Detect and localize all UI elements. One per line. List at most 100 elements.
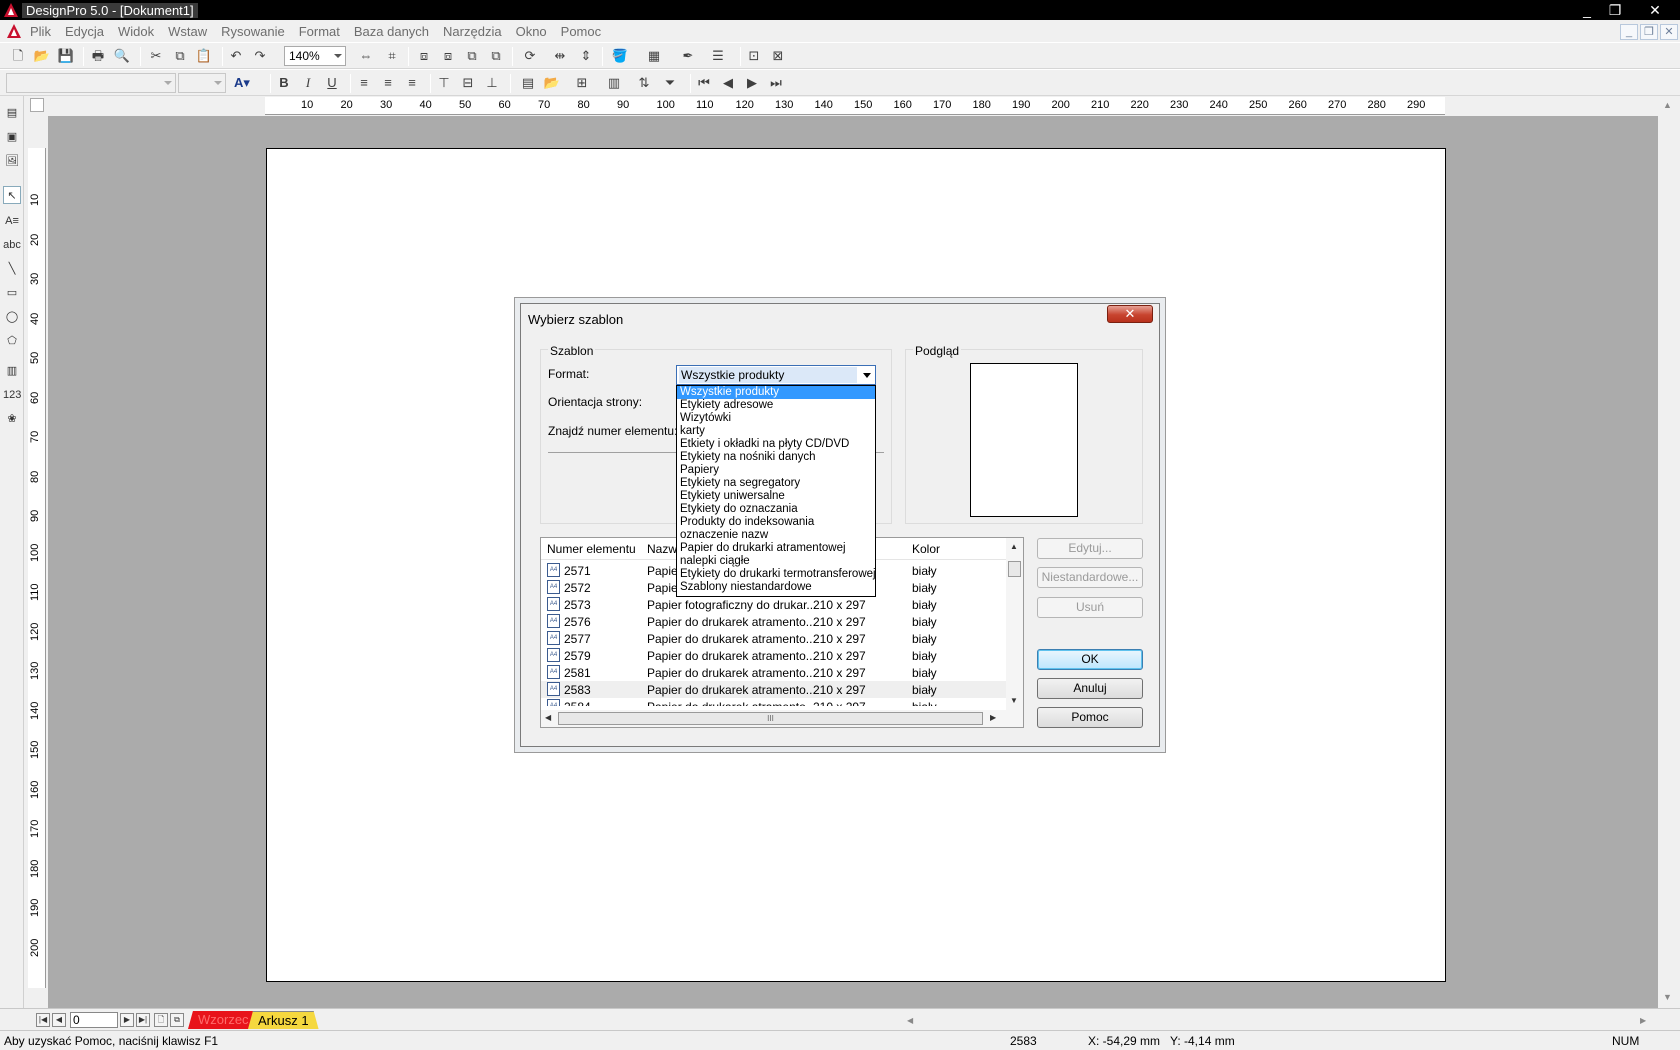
font-name-combo[interactable] bbox=[6, 73, 176, 93]
format-select[interactable]: Wszystkie produkty bbox=[676, 365, 876, 385]
menu-okno[interactable]: Okno bbox=[516, 24, 547, 39]
menu-plik[interactable]: Plik bbox=[30, 24, 51, 39]
column-header-name[interactable]: Nazw bbox=[647, 542, 677, 556]
table-row[interactable]: A4 2573 Papier fotograficzny do drukar... 2… bbox=[541, 596, 1007, 613]
table-row[interactable]: A4 2576 Papier do drukarek atramento... 210… bbox=[541, 613, 1007, 630]
open-icon[interactable]: 📂 bbox=[32, 47, 52, 65]
bold-icon[interactable]: B bbox=[274, 74, 294, 92]
menu-pomoc[interactable]: Pomoc bbox=[561, 24, 601, 39]
resize-icon[interactable]: ⇔ bbox=[356, 47, 376, 65]
insert-picture-icon[interactable]: ▣ bbox=[3, 128, 21, 146]
format-option[interactable]: Etkiety i okładki na płyty CD/DVD bbox=[677, 438, 875, 451]
next-page-icon[interactable]: ▶ bbox=[120, 1013, 134, 1027]
bring-to-front-icon[interactable]: ⧉ bbox=[462, 47, 482, 65]
clipart-tool-icon[interactable]: ❀ bbox=[3, 410, 21, 428]
scroll-down-icon[interactable]: ▼ bbox=[1010, 696, 1018, 705]
format-option[interactable]: Etykiety uniwersalne bbox=[677, 490, 875, 503]
tab-sheet-1[interactable]: Arkusz 1 bbox=[248, 1011, 319, 1029]
rotate-icon[interactable]: ⟳ bbox=[520, 47, 540, 65]
pointer-icon[interactable]: ↖ bbox=[3, 186, 21, 204]
scroll-up-icon[interactable]: ▲ bbox=[1010, 542, 1018, 551]
format-option[interactable]: oznaczenie nazw bbox=[677, 529, 875, 542]
new-icon[interactable]: 🗋 bbox=[8, 47, 28, 65]
list-vertical-scrollbar[interactable]: ▲ ▼ bbox=[1006, 538, 1023, 710]
align-top-icon[interactable]: ⊤ bbox=[434, 74, 454, 92]
format-option[interactable]: Papier do drukarki atramentowej bbox=[677, 542, 875, 555]
open-database-icon[interactable]: 📂 bbox=[542, 74, 562, 92]
cut-icon[interactable]: ✂ bbox=[146, 47, 166, 65]
scroll-left-icon[interactable]: ◀ bbox=[907, 1016, 913, 1025]
ok-button[interactable]: OK bbox=[1037, 649, 1143, 670]
edit-button[interactable]: Edytuj... bbox=[1037, 538, 1143, 559]
previous-page-icon[interactable]: ◀ bbox=[52, 1013, 66, 1027]
sort-icon[interactable]: ⇅ bbox=[634, 74, 654, 92]
save-icon[interactable]: 💾 bbox=[56, 47, 76, 65]
format-option[interactable]: Etykiety do drukarki termotransferowej bbox=[677, 568, 875, 581]
line-tool-icon[interactable]: ╲ bbox=[3, 260, 21, 278]
snap-icon[interactable]: ⊠ bbox=[768, 47, 788, 65]
minimize-button[interactable]: _ bbox=[1572, 0, 1602, 20]
menu-edycja[interactable]: Edycja bbox=[65, 24, 104, 39]
scroll-up-icon[interactable]: ▲ bbox=[1663, 100, 1672, 110]
document-icon[interactable] bbox=[6, 23, 22, 39]
crop-icon[interactable]: ⌗ bbox=[382, 47, 402, 65]
numbering-tool-icon[interactable]: 123 bbox=[3, 386, 21, 404]
list-horizontal-scrollbar[interactable]: ◀ III ▶ bbox=[541, 710, 1023, 727]
pattern-icon[interactable]: ▦ bbox=[644, 47, 664, 65]
text-art-icon[interactable]: abc bbox=[3, 236, 21, 254]
scroll-right-icon[interactable]: ▶ bbox=[990, 713, 996, 722]
rectangle-tool-icon[interactable]: ▭ bbox=[3, 284, 21, 302]
print-preview-icon[interactable]: 🔍 bbox=[112, 47, 132, 65]
scroll-right-icon[interactable]: ▶ bbox=[1640, 1016, 1646, 1025]
format-dropdown-list[interactable]: Wszystkie produkty Etykiety adresowe Wizyt… bbox=[676, 385, 876, 597]
line-color-icon[interactable]: ✒ bbox=[678, 47, 698, 65]
previous-record-icon[interactable]: ◀ bbox=[718, 74, 738, 92]
align-right-icon[interactable]: ≡ bbox=[402, 74, 422, 92]
format-option[interactable]: Etykiety do oznaczania bbox=[677, 503, 875, 516]
format-option[interactable]: karty bbox=[677, 425, 875, 438]
column-header-number[interactable]: Numer elementu bbox=[547, 542, 636, 556]
ellipse-tool-icon[interactable]: ◯ bbox=[3, 308, 21, 326]
insert-frame-icon[interactable]: ▤ bbox=[3, 104, 21, 122]
table-row[interactable]: A4 2583 Papier do drukarek atramento... 210… bbox=[541, 681, 1007, 698]
font-size-combo[interactable] bbox=[178, 73, 226, 93]
first-record-icon[interactable]: ⏮ bbox=[694, 74, 714, 92]
insert-image-icon[interactable]: 🖼 bbox=[3, 152, 21, 170]
last-page-icon[interactable]: ▶| bbox=[136, 1013, 150, 1027]
mdi-minimize-button[interactable]: _ bbox=[1620, 24, 1638, 40]
paste-icon[interactable]: 📋 bbox=[194, 47, 214, 65]
underline-icon[interactable]: U bbox=[322, 74, 342, 92]
format-option[interactable]: nalepki ciągłe bbox=[677, 555, 875, 568]
send-to-back-icon[interactable]: ⧉ bbox=[486, 47, 506, 65]
new-page-icon[interactable]: 🗋 bbox=[154, 1013, 168, 1027]
last-record-icon[interactable]: ⏭ bbox=[766, 74, 786, 92]
polygon-tool-icon[interactable]: ⬠ bbox=[3, 332, 21, 350]
vertical-scrollbar[interactable]: ▲ ▼ bbox=[1658, 96, 1680, 1008]
text-box-icon[interactable]: A≡ bbox=[3, 212, 21, 230]
grid-icon[interactable]: ⊡ bbox=[744, 47, 764, 65]
list-vscroll-thumb[interactable] bbox=[1008, 561, 1021, 577]
dialog-close-button[interactable]: ✕ bbox=[1107, 305, 1153, 323]
mdi-close-button[interactable]: ✕ bbox=[1660, 24, 1678, 40]
table-row[interactable]: A4 2579 Papier do drukarek atramento... 210… bbox=[541, 647, 1007, 664]
menu-wstaw[interactable]: Wstaw bbox=[168, 24, 207, 39]
merge-fields-icon[interactable]: ⊞ bbox=[572, 74, 592, 92]
cancel-button[interactable]: Anuluj bbox=[1037, 678, 1143, 699]
undo-icon[interactable]: ↶ bbox=[226, 47, 246, 65]
menu-rysowanie[interactable]: Rysowanie bbox=[221, 24, 285, 39]
format-option[interactable]: Etykiety na segregatory bbox=[677, 477, 875, 490]
table-row[interactable]: A4 2577 Papier do drukarek atramento... 210… bbox=[541, 630, 1007, 647]
menu-narzedzia[interactable]: Narzędzia bbox=[443, 24, 502, 39]
menu-baza-danych[interactable]: Baza danych bbox=[354, 24, 429, 39]
align-bottom-icon[interactable]: ⊥ bbox=[482, 74, 502, 92]
bring-forward-icon[interactable]: ⧈ bbox=[414, 47, 434, 65]
font-color-icon[interactable]: A▾ bbox=[232, 74, 252, 92]
help-button[interactable]: Pomoc bbox=[1037, 707, 1143, 728]
list-hscroll-thumb[interactable]: III bbox=[558, 712, 983, 725]
tab-master[interactable]: Wzorzec bbox=[188, 1011, 259, 1029]
menu-format[interactable]: Format bbox=[299, 24, 340, 39]
fill-color-icon[interactable]: 🪣 bbox=[610, 47, 630, 65]
copy-icon[interactable]: ⧉ bbox=[170, 47, 190, 65]
mdi-restore-button[interactable]: ❐ bbox=[1640, 24, 1658, 40]
line-width-icon[interactable]: ☰ bbox=[708, 47, 728, 65]
